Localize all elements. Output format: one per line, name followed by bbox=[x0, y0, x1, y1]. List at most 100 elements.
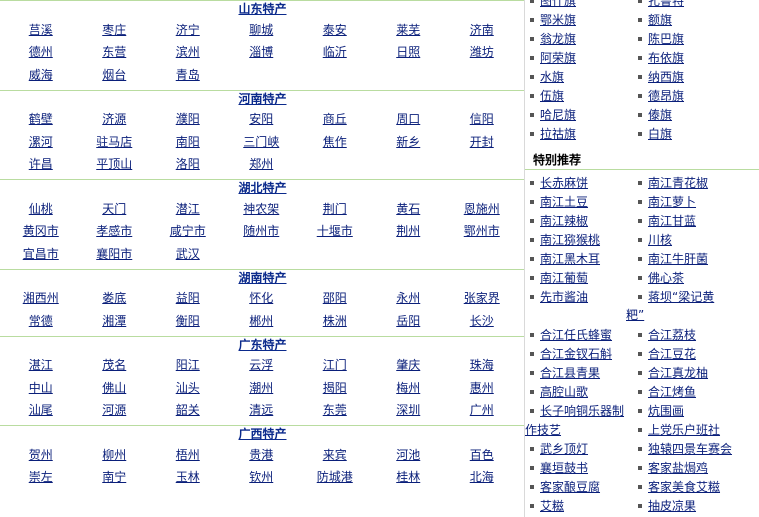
city-link[interactable]: 济宁 bbox=[151, 21, 225, 38]
city-link[interactable]: 张家界 bbox=[445, 289, 519, 306]
sidebar-item[interactable]: 上党乐户班社 bbox=[633, 421, 737, 438]
city-link[interactable]: 黄冈市 bbox=[4, 222, 78, 239]
city-link[interactable]: 钦州 bbox=[225, 468, 299, 485]
city-link[interactable]: 珠海 bbox=[445, 356, 519, 373]
city-link[interactable]: 周口 bbox=[372, 110, 446, 127]
city-link[interactable]: 汕尾 bbox=[4, 401, 78, 418]
city-link[interactable]: 河源 bbox=[78, 401, 152, 418]
sidebar-link[interactable]: 翁龙旗 bbox=[540, 32, 576, 46]
city-link[interactable]: 新乡 bbox=[372, 133, 446, 150]
city-link[interactable]: 襄阳市 bbox=[78, 245, 152, 262]
sidebar-item[interactable]: 合江县青果 bbox=[525, 364, 633, 381]
city-link[interactable]: 常德 bbox=[4, 312, 78, 329]
sidebar-item[interactable]: 合江烤鱼 bbox=[633, 383, 737, 400]
sidebar-item[interactable]: 南江萝卜 bbox=[633, 193, 737, 210]
city-link[interactable]: 阳江 bbox=[151, 356, 225, 373]
city-link[interactable]: 湛江 bbox=[4, 356, 78, 373]
city-link[interactable]: 梅州 bbox=[372, 379, 446, 396]
sidebar-item[interactable]: 艾糍 bbox=[525, 497, 633, 514]
section-title-link[interactable]: 山东特产 bbox=[238, 2, 286, 16]
city-link[interactable]: 南阳 bbox=[151, 133, 225, 150]
sidebar-item[interactable]: 南江猕猴桃 bbox=[525, 231, 633, 248]
sidebar-item[interactable]: 南江黑木耳 bbox=[525, 250, 633, 267]
city-link[interactable]: 鹤壁 bbox=[4, 110, 78, 127]
sidebar-link[interactable]: 艾糍 bbox=[540, 499, 564, 513]
city-link[interactable]: 岳阳 bbox=[372, 312, 446, 329]
city-link[interactable]: 十堰市 bbox=[298, 222, 372, 239]
city-link[interactable]: 孝感市 bbox=[78, 222, 152, 239]
city-link[interactable]: 肇庆 bbox=[372, 356, 446, 373]
city-link[interactable]: 随州市 bbox=[225, 222, 299, 239]
sidebar-link[interactable]: 拉祜旗 bbox=[540, 127, 576, 141]
sidebar-item[interactable]: 白旗 bbox=[633, 125, 737, 142]
sidebar-item[interactable]: 合江真龙柚 bbox=[633, 364, 737, 381]
city-link[interactable]: 玉林 bbox=[151, 468, 225, 485]
city-link[interactable]: 莱芜 bbox=[372, 21, 446, 38]
sidebar-item[interactable]: 佛心茶 bbox=[633, 269, 737, 286]
sidebar-item[interactable]: 陈巴旗 bbox=[633, 30, 737, 47]
sidebar-link[interactable]: 纳西旗 bbox=[648, 70, 684, 84]
city-link[interactable]: 东莞 bbox=[298, 401, 372, 418]
sidebar-link[interactable]: 额旗 bbox=[648, 13, 672, 27]
city-link[interactable]: 韶关 bbox=[151, 401, 225, 418]
sidebar-item[interactable]: 哈尼旗 bbox=[525, 106, 633, 123]
sidebar-link[interactable]: 图什旗 bbox=[540, 0, 576, 8]
city-link[interactable]: 烟台 bbox=[78, 66, 152, 83]
sidebar-item[interactable]: 纳西旗 bbox=[633, 68, 737, 85]
sidebar-item[interactable]: 伍旗 bbox=[525, 87, 633, 104]
city-link[interactable]: 茂名 bbox=[78, 356, 152, 373]
city-link[interactable]: 临沂 bbox=[298, 43, 372, 60]
section-title-link[interactable]: 湖北特产 bbox=[238, 181, 286, 195]
city-link[interactable]: 怀化 bbox=[225, 289, 299, 306]
sidebar-link[interactable]: 高腔山歌 bbox=[540, 385, 588, 399]
sidebar-link[interactable]: 德昂旗 bbox=[648, 89, 684, 103]
city-link[interactable]: 潍坊 bbox=[445, 43, 519, 60]
city-link[interactable]: 濮阳 bbox=[151, 110, 225, 127]
sidebar-item[interactable]: 抽皮凉果 bbox=[633, 497, 737, 514]
sidebar-item[interactable]: 合江豆花 bbox=[633, 345, 737, 362]
sidebar-item-wrap[interactable]: 作技艺 bbox=[525, 421, 633, 438]
sidebar-link[interactable]: 客家酿豆腐 bbox=[540, 480, 600, 494]
city-link[interactable]: 滨州 bbox=[151, 43, 225, 60]
sidebar-item[interactable]: 水旗 bbox=[525, 68, 633, 85]
city-link[interactable]: 安阳 bbox=[225, 110, 299, 127]
section-title[interactable]: 山东特产 bbox=[0, 0, 525, 18]
sidebar-link[interactable]: 襄垣鼓书 bbox=[540, 461, 588, 475]
city-link[interactable]: 荆门 bbox=[298, 200, 372, 217]
sidebar-item[interactable]: 阿荣旗 bbox=[525, 49, 633, 66]
sidebar-link[interactable]: 先市酱油 bbox=[540, 290, 588, 304]
city-link[interactable]: 焦作 bbox=[298, 133, 372, 150]
sidebar-item[interactable]: 高腔山歌 bbox=[525, 383, 633, 400]
city-link[interactable]: 淄博 bbox=[225, 43, 299, 60]
sidebar-item[interactable]: 南江土豆 bbox=[525, 193, 633, 210]
sidebar-item[interactable]: 南江葡萄 bbox=[525, 269, 633, 286]
city-link[interactable]: 泰安 bbox=[298, 21, 372, 38]
sidebar-link[interactable]: 川核 bbox=[648, 233, 672, 247]
city-link[interactable]: 贺州 bbox=[4, 446, 78, 463]
city-link[interactable]: 黄石 bbox=[372, 200, 446, 217]
city-link[interactable]: 来宾 bbox=[298, 446, 372, 463]
section-title[interactable]: 广西特产 bbox=[0, 425, 525, 443]
sidebar-link[interactable]: 南江甘蓝 bbox=[648, 214, 696, 228]
city-link[interactable]: 恩施州 bbox=[445, 200, 519, 217]
sidebar-item[interactable]: 合江任氏蜂蜜 bbox=[525, 326, 633, 343]
section-title-link[interactable]: 河南特产 bbox=[238, 92, 286, 106]
city-link[interactable]: 济源 bbox=[78, 110, 152, 127]
city-link[interactable]: 娄底 bbox=[78, 289, 152, 306]
sidebar-link[interactable]: 合江荔枝 bbox=[648, 328, 696, 342]
sidebar-item[interactable]: 蒋坝“梁记黄 bbox=[633, 288, 737, 305]
city-link[interactable]: 青岛 bbox=[151, 66, 225, 83]
sidebar-item[interactable]: 德昂旗 bbox=[633, 87, 737, 104]
sidebar-item[interactable]: 襄垣鼓书 bbox=[525, 459, 633, 476]
sidebar-link[interactable]: 南江青花椒 bbox=[648, 176, 708, 190]
city-link[interactable]: 桂林 bbox=[372, 468, 446, 485]
sidebar-item[interactable]: 长子响铜乐器制 bbox=[525, 402, 633, 419]
sidebar-item[interactable]: 独辕四景车赛会 bbox=[633, 440, 737, 457]
city-link[interactable]: 揭阳 bbox=[298, 379, 372, 396]
sidebar-item[interactable]: 合江金钗石斛 bbox=[525, 345, 633, 362]
city-link[interactable]: 中山 bbox=[4, 379, 78, 396]
sidebar-item[interactable]: 南江青花椒 bbox=[633, 174, 737, 191]
city-link[interactable]: 济南 bbox=[445, 21, 519, 38]
sidebar-item[interactable]: 武乡顶灯 bbox=[525, 440, 633, 457]
city-link[interactable]: 百色 bbox=[445, 446, 519, 463]
